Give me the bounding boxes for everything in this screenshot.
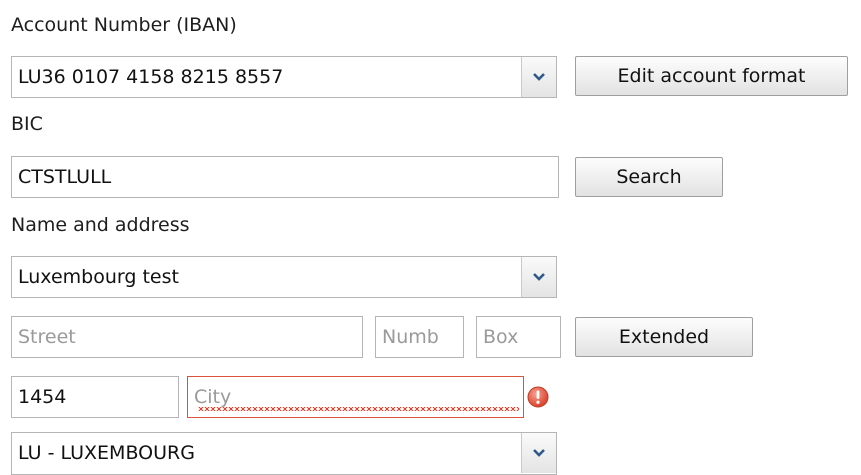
- postal-code-input[interactable]: 1454: [11, 376, 179, 418]
- box-input[interactable]: Box: [476, 316, 561, 358]
- city-placeholder: City: [194, 386, 232, 408]
- bic-label: BIC: [11, 113, 43, 135]
- country-value: LU - LUXEMBOURG: [18, 442, 195, 464]
- city-input[interactable]: City: [187, 376, 524, 418]
- extended-button[interactable]: Extended: [575, 317, 753, 357]
- spellcheck-underline: [198, 407, 519, 411]
- country-dropdown-button[interactable]: [521, 433, 556, 473]
- iban-dropdown-button[interactable]: [521, 57, 556, 97]
- iban-label: Account Number (IBAN): [11, 14, 237, 36]
- iban-value: LU36 0107 4158 8215 8557: [18, 66, 284, 88]
- name-select[interactable]: Luxembourg test: [11, 256, 557, 298]
- search-button[interactable]: Search: [575, 157, 723, 197]
- iban-select[interactable]: LU36 0107 4158 8215 8557: [11, 56, 557, 98]
- chevron-down-icon: [533, 273, 545, 281]
- error-icon: [527, 386, 549, 408]
- bic-input[interactable]: CTSTLULL: [11, 156, 559, 198]
- name-address-label: Name and address: [11, 214, 190, 236]
- chevron-down-icon: [533, 449, 545, 457]
- chevron-down-icon: [533, 73, 545, 81]
- street-input[interactable]: Street: [11, 316, 363, 358]
- number-input[interactable]: Numb: [375, 316, 464, 358]
- name-dropdown-button[interactable]: [521, 257, 556, 297]
- edit-account-format-button[interactable]: Edit account format: [575, 56, 848, 96]
- name-value: Luxembourg test: [18, 266, 179, 288]
- country-select[interactable]: LU - LUXEMBOURG: [11, 432, 557, 475]
